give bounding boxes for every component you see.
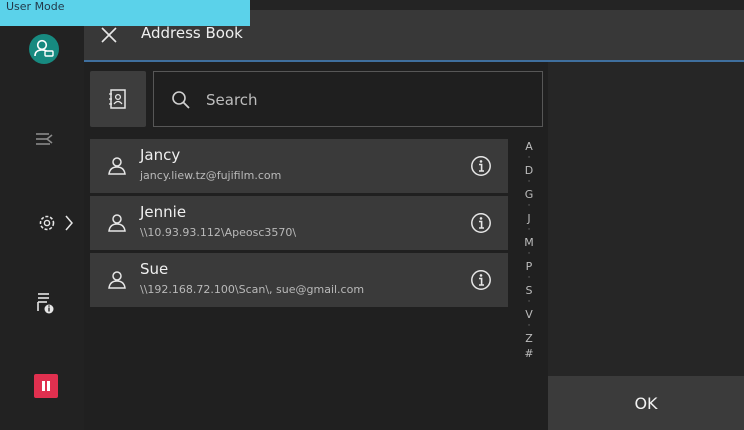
index-letter[interactable]: A bbox=[517, 139, 541, 154]
contact-row-jancy[interactable]: Jancy jancy.liew.tz@fujifilm.com bbox=[90, 139, 508, 193]
search-icon bbox=[172, 91, 190, 109]
index-separator: · bbox=[527, 321, 531, 331]
search-input[interactable] bbox=[204, 86, 508, 114]
pause-button[interactable] bbox=[34, 374, 58, 398]
alphabet-index: A · D · G · J · M · P · S · V · Z # bbox=[517, 139, 541, 361]
close-button[interactable] bbox=[98, 24, 120, 46]
index-separator: · bbox=[527, 249, 531, 259]
index-letter[interactable]: V bbox=[517, 307, 541, 322]
address-book-icon bbox=[109, 89, 126, 109]
device-info-button[interactable] bbox=[27, 285, 63, 321]
search-box[interactable] bbox=[153, 71, 543, 127]
job-transfer-icon bbox=[36, 133, 53, 145]
contact-row-jennie[interactable]: Jennie \\10.93.93.112\Apeosc3570\ bbox=[90, 196, 508, 250]
info-icon[interactable] bbox=[470, 212, 492, 234]
user-mode-button[interactable] bbox=[27, 32, 61, 66]
contact-detail: \\192.168.72.100\Scan\, sue@gmail.com bbox=[140, 283, 365, 296]
index-separator: · bbox=[527, 177, 531, 187]
index-separator: · bbox=[527, 225, 531, 235]
index-letter[interactable]: J bbox=[517, 211, 541, 226]
printer-info-icon bbox=[37, 293, 54, 314]
contact-detail: \\10.93.93.112\Apeosc3570\ bbox=[140, 226, 297, 239]
gear-icon bbox=[39, 215, 55, 231]
contact-detail: jancy.liew.tz@fujifilm.com bbox=[140, 169, 282, 182]
index-letter[interactable]: P bbox=[517, 259, 541, 274]
ok-button[interactable]: OK bbox=[548, 376, 744, 430]
person-icon bbox=[108, 214, 126, 232]
user-mode-label: User Mode bbox=[0, 0, 250, 26]
person-icon bbox=[108, 271, 126, 289]
index-separator: · bbox=[527, 273, 531, 283]
user-login-icon bbox=[29, 34, 59, 64]
info-icon[interactable] bbox=[470, 155, 492, 177]
info-icon[interactable] bbox=[470, 269, 492, 291]
index-separator: · bbox=[527, 153, 531, 163]
contact-name: Sue bbox=[140, 260, 169, 278]
close-icon bbox=[101, 27, 117, 43]
index-letter[interactable]: S bbox=[517, 283, 541, 298]
contact-name: Jennie bbox=[140, 203, 187, 221]
address-book-toggle-button[interactable] bbox=[90, 71, 146, 127]
index-letter[interactable]: M bbox=[517, 235, 541, 250]
chevron-right-icon bbox=[65, 215, 73, 231]
index-separator: · bbox=[527, 201, 531, 211]
pause-icon bbox=[42, 381, 50, 391]
contact-row-sue[interactable]: Sue \\192.168.72.100\Scan\, sue@gmail.co… bbox=[90, 253, 508, 307]
index-letter[interactable]: Z bbox=[517, 331, 541, 346]
person-icon bbox=[108, 157, 126, 175]
index-letter[interactable]: G bbox=[517, 187, 541, 202]
left-rail bbox=[0, 0, 84, 430]
settings-button[interactable] bbox=[30, 205, 80, 241]
job-transfer-button[interactable] bbox=[26, 120, 62, 156]
index-letter[interactable]: # bbox=[517, 346, 541, 361]
index-letter[interactable]: D bbox=[517, 163, 541, 178]
contact-name: Jancy bbox=[140, 146, 181, 164]
page-title: Address Book bbox=[141, 24, 243, 42]
right-panel bbox=[548, 62, 744, 430]
index-separator: · bbox=[527, 297, 531, 307]
